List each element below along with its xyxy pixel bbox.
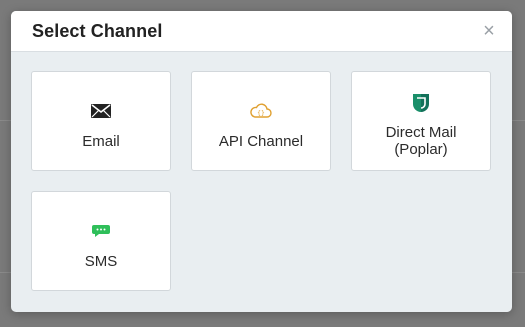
select-channel-modal: Select Channel × Email {} API Channel Di…	[11, 11, 512, 312]
channel-card-email[interactable]: Email	[31, 71, 171, 171]
poplar-logo-icon	[412, 93, 430, 113]
channel-card-sms[interactable]: SMS	[31, 191, 171, 291]
svg-text:{}: {}	[257, 110, 265, 117]
channel-label: Direct Mail (Poplar)	[385, 124, 457, 158]
channel-label: Email	[82, 133, 120, 150]
modal-header: Select Channel ×	[11, 11, 512, 52]
channel-label: API Channel	[218, 133, 304, 150]
channel-card-api[interactable]: {} API Channel	[191, 71, 331, 171]
chat-bubble-icon	[91, 221, 111, 241]
channel-grid: Email {} API Channel Direct Mail (Poplar…	[11, 52, 512, 312]
channel-label: SMS	[84, 253, 118, 270]
envelope-icon	[91, 101, 111, 121]
cloud-api-icon: {}	[250, 101, 272, 121]
modal-title: Select Channel	[32, 20, 163, 41]
close-button[interactable]: ×	[480, 21, 498, 41]
channel-card-direct-mail[interactable]: Direct Mail (Poplar)	[351, 71, 491, 171]
